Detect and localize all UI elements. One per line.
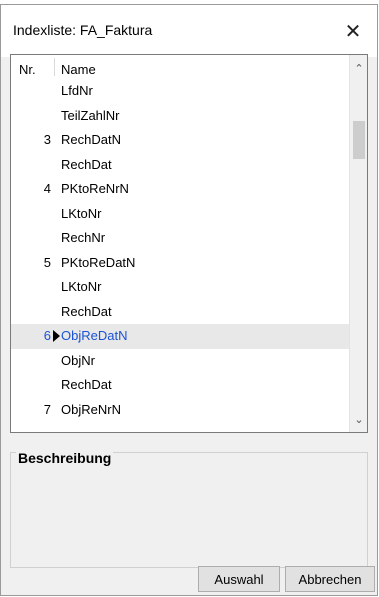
list-header: Nr. Name <box>11 55 349 79</box>
item-name: RechDatN <box>61 132 121 147</box>
list-item[interactable]: 4 PKtoReNrN <box>11 177 349 202</box>
column-header-name[interactable]: Name <box>61 62 96 77</box>
item-name: LKtoNr <box>61 279 102 294</box>
chevron-up-icon[interactable]: ⌃ <box>350 59 367 77</box>
list-rows: LfdNr TeilZahlNr 3 RechDatN RechDat 4 PKto… <box>11 79 349 422</box>
scrollbar-thumb[interactable] <box>353 121 365 159</box>
close-icon[interactable]: ✕ <box>333 13 373 49</box>
index-listbox[interactable]: Nr. Name LfdNr TeilZahlNr 3 RechDatN Rech… <box>10 54 368 433</box>
item-nr: 7 <box>43 401 51 417</box>
chevron-down-icon[interactable]: ⌄ <box>350 410 367 428</box>
description-text <box>12 472 366 566</box>
item-name: RechDat <box>61 156 112 172</box>
list-item[interactable]: RechDat <box>11 300 349 325</box>
item-name: ObjNr <box>61 352 95 368</box>
list-item[interactable]: 7 ObjReNrN <box>11 398 349 423</box>
list-item[interactable]: RechNr <box>11 226 349 251</box>
select-button[interactable]: Auswahl <box>198 566 280 592</box>
cancel-button[interactable]: Abbrechen <box>285 566 375 592</box>
item-name: ObjReNrN <box>61 401 121 417</box>
list-item[interactable]: RechDat <box>11 153 349 178</box>
item-name: RechDat <box>61 377 112 392</box>
mouse-cursor-icon <box>53 330 60 342</box>
list-item[interactable]: LKtoNr <box>11 202 349 227</box>
title-bar: Indexliste: FA_Faktura ✕ <box>1 5 377 57</box>
item-nr: 3 <box>43 132 51 147</box>
list-item[interactable]: 5 PKtoReDatN <box>11 251 349 276</box>
item-nr: 4 <box>43 181 51 196</box>
dialog-title: Indexliste: FA_Faktura <box>13 22 153 38</box>
list-item-selected[interactable]: 6 ObjReDatN <box>11 324 349 349</box>
item-name: RechDat <box>61 303 112 319</box>
description-title: Beschreibung <box>16 450 114 466</box>
vertical-scrollbar[interactable]: ⌃ ⌄ <box>349 55 367 432</box>
item-nr: 6 <box>43 328 51 343</box>
list-item[interactable]: LKtoNr <box>11 275 349 300</box>
item-name: TeilZahlNr <box>61 107 120 123</box>
list-item[interactable]: 3 RechDatN <box>11 128 349 153</box>
list-item[interactable]: RechDat <box>11 373 349 398</box>
column-separator <box>54 58 55 76</box>
list-item[interactable]: ObjNr <box>11 349 349 374</box>
item-name: RechNr <box>61 230 106 245</box>
list-item[interactable]: LfdNr <box>11 79 349 104</box>
item-nr: 5 <box>43 254 51 270</box>
item-name: LfdNr <box>61 83 93 98</box>
item-name: PKtoReNrN <box>61 181 129 196</box>
item-name: PKtoReDatN <box>61 254 136 270</box>
item-name: ObjReDatN <box>61 328 128 343</box>
item-name: LKtoNr <box>61 205 102 221</box>
column-header-nr[interactable]: Nr. <box>19 62 36 77</box>
list-item[interactable]: TeilZahlNr <box>11 104 349 129</box>
